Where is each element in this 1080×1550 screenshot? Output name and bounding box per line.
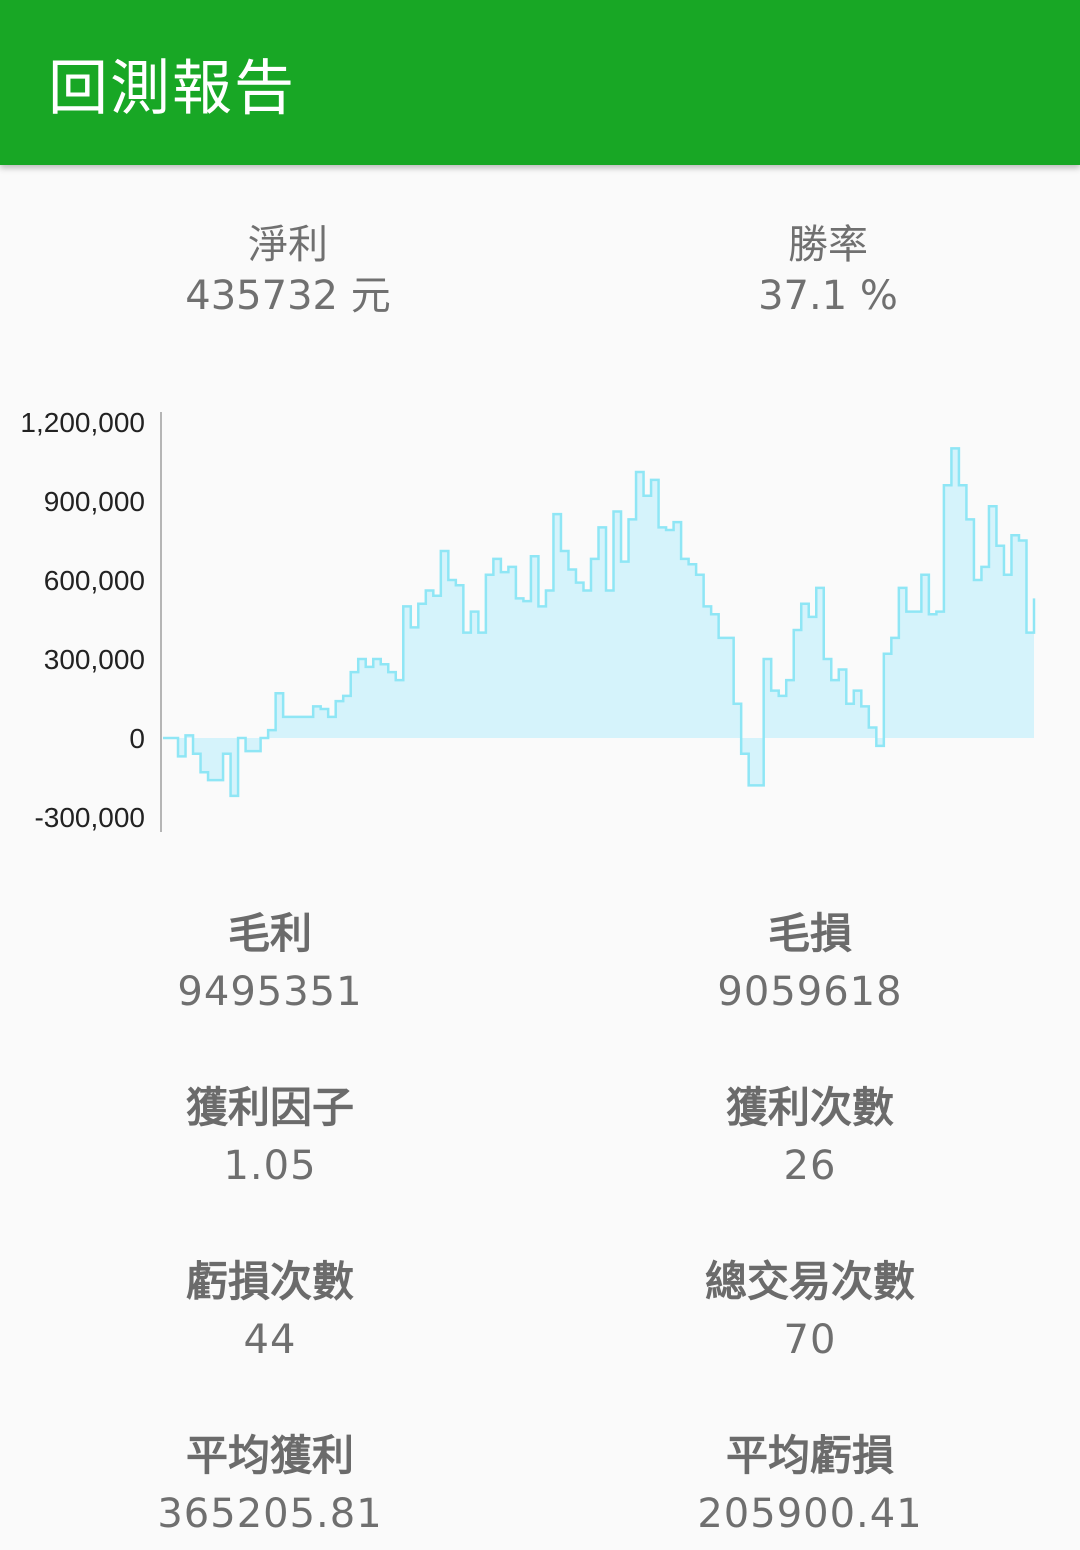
win-rate-value: 37.1 % [758, 273, 898, 319]
y-tick-label: 900,000 [44, 486, 145, 517]
equity-area-fill [163, 448, 1034, 796]
gross-loss-value: 9059618 [717, 969, 903, 1015]
y-tick-label: 0 [129, 723, 145, 754]
loss-count-label: 虧損次數 [185, 1257, 354, 1306]
profit-factor-value: 1.05 [223, 1143, 317, 1189]
total-trades-label: 總交易次數 [704, 1257, 915, 1306]
avg-profit-label: 平均獲利 [185, 1431, 354, 1480]
win-count-value: 26 [783, 1143, 837, 1189]
total-trades-value: 70 [783, 1317, 837, 1363]
gross-profit-stat: 毛利 9495351 [60, 905, 480, 1021]
loss-count-value: 44 [243, 1317, 297, 1363]
y-tick-label: 600,000 [44, 565, 145, 596]
app-bar: 回測報告 [0, 0, 1080, 165]
avg-loss-value: 205900.41 [697, 1491, 923, 1537]
loss-count-stat: 虧損次數 44 [60, 1253, 480, 1369]
win-rate-label: 勝率 [788, 222, 868, 268]
y-tick-label: 300,000 [44, 644, 145, 675]
win-rate-stat: 勝率 37.1 % [628, 220, 1028, 322]
avg-loss-stat: 平均虧損 205900.41 [600, 1427, 1020, 1543]
y-tick-label: -300,000 [34, 802, 145, 833]
gross-profit-label: 毛利 [227, 909, 312, 958]
page-title: 回測報告 [48, 54, 296, 124]
win-count-label: 獲利次數 [725, 1083, 894, 1132]
y-tick-label: 1,200,000 [20, 407, 145, 438]
avg-loss-label: 平均虧損 [725, 1431, 894, 1480]
win-count-stat: 獲利次數 26 [600, 1079, 1020, 1195]
profit-factor-stat: 獲利因子 1.05 [60, 1079, 480, 1195]
avg-profit-stat: 平均獲利 365205.81 [60, 1427, 480, 1543]
total-trades-stat: 總交易次數 70 [600, 1253, 1020, 1369]
gross-profit-value: 9495351 [177, 969, 363, 1015]
gross-loss-stat: 毛損 9059618 [600, 905, 1020, 1021]
equity-chart: 1,200,000 900,000 600,000 300,000 0 -300,000 [20, 407, 1036, 833]
net-profit-value: 435732 元 [185, 273, 391, 319]
gross-loss-label: 毛損 [767, 909, 852, 958]
y-axis-ticks: 1,200,000 900,000 600,000 300,000 0 -300,000 [20, 407, 145, 833]
net-profit-stat: 淨利 435732 元 [88, 220, 488, 322]
avg-profit-value: 365205.81 [157, 1491, 383, 1537]
profit-factor-label: 獲利因子 [185, 1083, 354, 1132]
net-profit-label: 淨利 [248, 222, 328, 268]
